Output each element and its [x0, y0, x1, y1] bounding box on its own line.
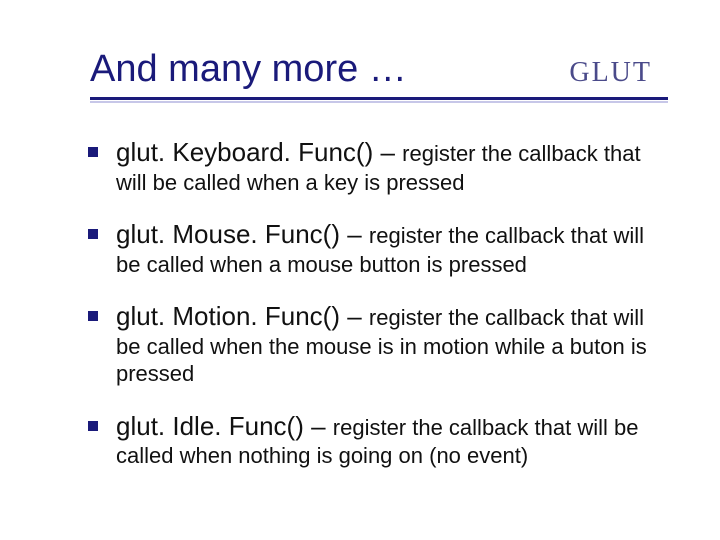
list-item: glut. Keyboard. Func() – register the ca…: [88, 136, 660, 196]
function-name: glut. Idle. Func() –: [116, 411, 333, 441]
square-bullet-icon: [88, 147, 98, 157]
square-bullet-icon: [88, 421, 98, 431]
corner-tag: GLUT: [569, 57, 652, 89]
slide-header: And many more … GLUT: [40, 48, 680, 100]
list-item: glut. Motion. Func() – register the call…: [88, 300, 660, 388]
list-item-text: glut. Motion. Func() – register the call…: [116, 300, 660, 388]
title-underline: [90, 97, 668, 100]
slide-title: And many more …: [90, 48, 407, 91]
function-name: glut. Keyboard. Func() –: [116, 137, 402, 167]
square-bullet-icon: [88, 311, 98, 321]
list-item: glut. Mouse. Func() – register the callb…: [88, 218, 660, 278]
title-row: And many more … GLUT: [90, 48, 680, 91]
slide-content: glut. Keyboard. Func() – register the ca…: [40, 108, 680, 470]
list-item-text: glut. Keyboard. Func() – register the ca…: [116, 136, 660, 196]
list-item: glut. Idle. Func() – register the callba…: [88, 410, 660, 470]
list-item-text: glut. Mouse. Func() – register the callb…: [116, 218, 660, 278]
slide: And many more … GLUT glut. Keyboard. Fun…: [0, 0, 720, 540]
square-bullet-icon: [88, 229, 98, 239]
list-item-text: glut. Idle. Func() – register the callba…: [116, 410, 660, 470]
function-name: glut. Mouse. Func() –: [116, 219, 369, 249]
function-name: glut. Motion. Func() –: [116, 301, 369, 331]
